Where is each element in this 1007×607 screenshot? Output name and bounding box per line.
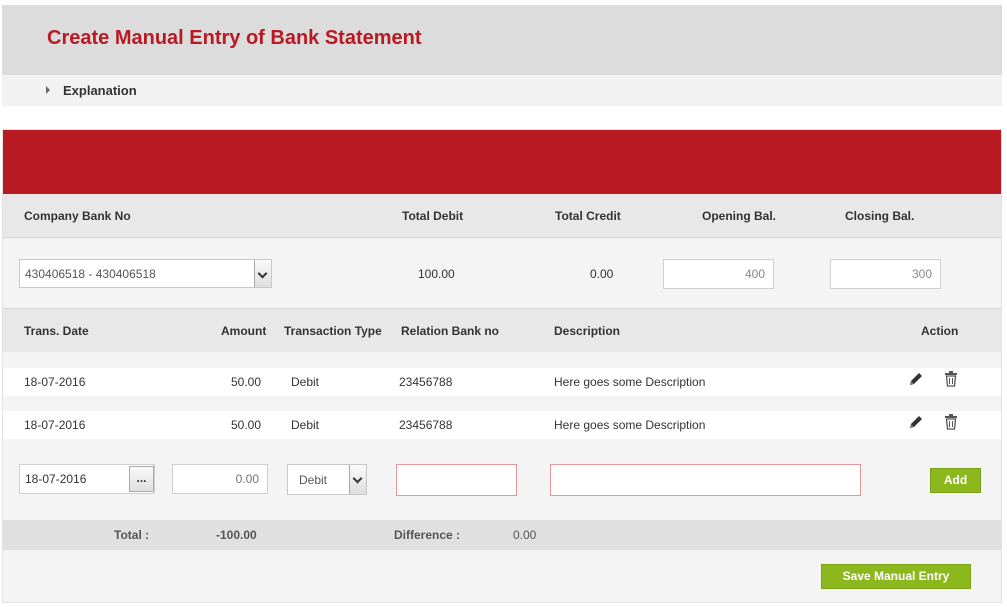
explanation-bar[interactable]: Explanation [2,75,1002,106]
trash-icon[interactable] [942,370,960,388]
header-total-credit: Total Credit [555,209,621,223]
trash-icon[interactable] [942,413,960,431]
page-header: Create Manual Entry of Bank Statement [2,5,1002,75]
header-total-debit: Total Debit [402,209,464,223]
panel-banner [3,130,1001,194]
transaction-type-select[interactable]: Debit [287,464,367,495]
relation-bank-no-input[interactable] [396,464,517,496]
difference-label: Difference : [394,528,461,542]
row-type: Debit [291,418,320,432]
header-transaction-type: Transaction Type [284,324,382,338]
caret-right-icon[interactable] [46,86,50,94]
total-debit-value: 100.00 [418,267,455,281]
table-row: 18-07-2016 50.00 Debit 23456788 Here goe… [3,411,1001,439]
save-manual-entry-button[interactable]: Save Manual Entry [821,564,971,589]
row-description: Here goes some Description [554,418,706,432]
table-row: 18-07-2016 50.00 Debit 23456788 Here goe… [3,368,1001,396]
header-trans-date: Trans. Date [24,324,89,338]
row-date: 18-07-2016 [24,418,86,432]
chevron-down-icon[interactable] [254,260,271,287]
header-amount: Amount [221,324,267,338]
summary-values-row: 430406518 - 430406518 100.00 0.00 [3,238,1001,308]
description-input[interactable] [550,464,861,496]
header-company-bank-no: Company Bank No [24,209,131,223]
total-label: Total : [114,528,150,542]
page-title: Create Manual Entry of Bank Statement [47,27,422,49]
header-relation-bank-no: Relation Bank no [401,324,500,338]
row-relation-bank-no: 23456788 [399,375,453,389]
transaction-type-selected-value: Debit [299,473,328,487]
row-amount: 50.00 [231,418,262,432]
header-closing-bal: Closing Bal. [845,209,915,223]
company-bank-selected-value: 430406518 - 430406518 [25,267,156,281]
amount-input[interactable] [172,464,268,494]
totals-row: Total : -100.00 Difference : 0.00 [3,520,1001,550]
row-relation-bank-no: 23456788 [399,418,453,432]
new-entry-row: ... Debit Add [3,450,1001,506]
pencil-icon[interactable] [907,413,925,431]
header-description: Description [554,324,621,338]
transactions-header-row: Trans. Date Amount Transaction Type Rela… [3,308,1001,352]
difference-value: 0.00 [513,528,537,542]
bank-statement-panel: Company Bank No Total Debit Total Credit… [2,129,1002,603]
explanation-toggle[interactable]: Explanation [63,83,137,98]
opening-balance-input[interactable] [663,259,774,289]
pencil-icon[interactable] [907,370,925,388]
row-amount: 50.00 [231,375,262,389]
summary-header-row: Company Bank No Total Debit Total Credit… [3,194,1001,238]
total-credit-value: 0.00 [590,267,614,281]
date-picker-button[interactable]: ... [129,466,154,492]
row-description: Here goes some Description [554,375,706,389]
add-button[interactable]: Add [930,468,981,493]
chevron-down-icon[interactable] [349,465,366,494]
company-bank-select[interactable]: 430406518 - 430406518 [19,259,272,288]
row-date: 18-07-2016 [24,375,86,389]
header-opening-bal: Opening Bal. [702,209,777,223]
total-value: -100.00 [216,528,257,542]
header-action: Action [921,324,959,338]
row-type: Debit [291,375,320,389]
closing-balance-input[interactable] [830,259,941,289]
